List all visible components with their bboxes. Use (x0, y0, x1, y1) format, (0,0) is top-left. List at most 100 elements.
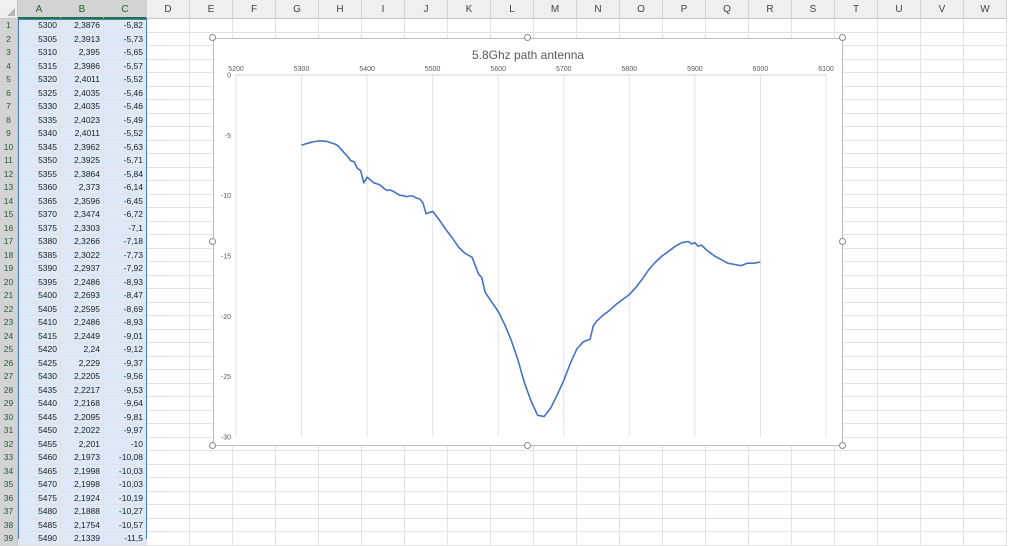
empty-cell[interactable] (921, 221, 964, 235)
empty-cell[interactable] (362, 478, 405, 492)
empty-cell[interactable] (147, 275, 190, 289)
empty-cell[interactable] (964, 464, 1007, 478)
empty-cell[interactable] (319, 478, 362, 492)
empty-cell[interactable] (534, 505, 577, 519)
empty-cell[interactable] (233, 464, 276, 478)
empty-cell[interactable] (147, 329, 190, 343)
empty-cell[interactable] (147, 235, 190, 249)
empty-cell[interactable] (577, 451, 620, 465)
empty-cell[interactable] (964, 437, 1007, 451)
empty-cell[interactable] (921, 248, 964, 262)
row-header[interactable]: 18 (0, 248, 18, 262)
empty-cell[interactable] (233, 505, 276, 519)
empty-cell[interactable] (147, 86, 190, 100)
chart-resize-handle-right[interactable] (839, 238, 846, 245)
empty-cell[interactable] (964, 370, 1007, 384)
empty-cell[interactable] (749, 532, 792, 546)
empty-cell[interactable] (964, 518, 1007, 532)
empty-cell[interactable] (319, 491, 362, 505)
empty-cell[interactable] (190, 505, 233, 519)
empty-cell[interactable] (147, 316, 190, 330)
empty-cell[interactable] (319, 19, 362, 33)
column-header-c[interactable]: C (104, 0, 147, 19)
empty-cell[interactable] (921, 424, 964, 438)
column-header-h[interactable]: H (319, 0, 362, 19)
empty-cell[interactable] (233, 518, 276, 532)
empty-cell[interactable] (534, 464, 577, 478)
column-header-o[interactable]: O (620, 0, 663, 19)
row-header[interactable]: 6 (0, 86, 18, 100)
empty-cell[interactable] (405, 19, 448, 33)
row-header[interactable]: 13 (0, 181, 18, 195)
empty-cell[interactable] (964, 410, 1007, 424)
empty-cell[interactable] (534, 451, 577, 465)
empty-cell[interactable] (878, 59, 921, 73)
empty-cell[interactable] (319, 518, 362, 532)
empty-cell[interactable] (620, 451, 663, 465)
empty-cell[interactable] (964, 289, 1007, 303)
empty-cell[interactable] (878, 491, 921, 505)
column-header-v[interactable]: V (921, 0, 964, 19)
empty-cell[interactable] (792, 505, 835, 519)
column-header-r[interactable]: R (749, 0, 792, 19)
empty-cell[interactable] (964, 424, 1007, 438)
empty-cell[interactable] (706, 451, 749, 465)
row-header[interactable]: 8 (0, 113, 18, 127)
column-header-u[interactable]: U (878, 0, 921, 19)
empty-cell[interactable] (964, 113, 1007, 127)
empty-cell[interactable] (878, 167, 921, 181)
empty-cell[interactable] (577, 505, 620, 519)
empty-cell[interactable] (878, 262, 921, 276)
empty-cell[interactable] (964, 140, 1007, 154)
row-header[interactable]: 35 (0, 478, 18, 492)
empty-cell[interactable] (620, 464, 663, 478)
empty-cell[interactable] (405, 505, 448, 519)
empty-cell[interactable] (233, 451, 276, 465)
empty-cell[interactable] (276, 451, 319, 465)
column-header-p[interactable]: P (663, 0, 706, 19)
empty-cell[interactable] (491, 19, 534, 33)
empty-cell[interactable] (147, 73, 190, 87)
empty-cell[interactable] (964, 248, 1007, 262)
empty-cell[interactable] (663, 518, 706, 532)
empty-cell[interactable] (921, 167, 964, 181)
column-header-a[interactable]: A (18, 0, 61, 19)
empty-cell[interactable] (964, 329, 1007, 343)
chart-resize-handle-top[interactable] (524, 34, 531, 41)
empty-cell[interactable] (878, 302, 921, 316)
empty-cell[interactable] (878, 127, 921, 141)
empty-cell[interactable] (792, 491, 835, 505)
empty-cell[interactable] (921, 113, 964, 127)
empty-cell[interactable] (190, 532, 233, 546)
empty-cell[interactable] (878, 316, 921, 330)
empty-cell[interactable] (878, 235, 921, 249)
empty-cell[interactable] (147, 208, 190, 222)
empty-cell[interactable] (147, 248, 190, 262)
row-header[interactable]: 37 (0, 505, 18, 519)
row-header[interactable]: 1 (0, 19, 18, 33)
empty-cell[interactable] (706, 518, 749, 532)
empty-cell[interactable] (878, 208, 921, 222)
empty-cell[interactable] (233, 532, 276, 546)
empty-cell[interactable] (921, 140, 964, 154)
empty-cell[interactable] (878, 410, 921, 424)
empty-cell[interactable] (964, 86, 1007, 100)
empty-cell[interactable] (319, 505, 362, 519)
row-header[interactable]: 38 (0, 518, 18, 532)
row-header[interactable]: 32 (0, 437, 18, 451)
row-header[interactable]: 33 (0, 451, 18, 465)
empty-cell[interactable] (964, 478, 1007, 492)
empty-cell[interactable] (921, 289, 964, 303)
empty-cell[interactable] (878, 478, 921, 492)
column-header-f[interactable]: F (233, 0, 276, 19)
column-header-t[interactable]: T (835, 0, 878, 19)
empty-cell[interactable] (233, 478, 276, 492)
empty-cell[interactable] (147, 181, 190, 195)
row-header[interactable]: 22 (0, 302, 18, 316)
empty-cell[interactable] (792, 451, 835, 465)
row-header[interactable]: 27 (0, 370, 18, 384)
empty-cell[interactable] (878, 32, 921, 46)
empty-cell[interactable] (964, 181, 1007, 195)
empty-cell[interactable] (792, 478, 835, 492)
column-header-s[interactable]: S (792, 0, 835, 19)
